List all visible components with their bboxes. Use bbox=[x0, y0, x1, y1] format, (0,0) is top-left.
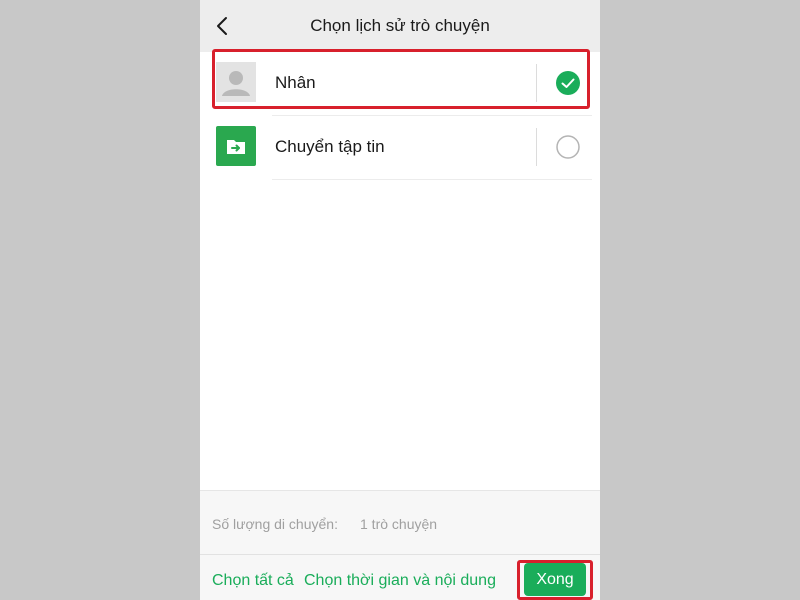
phone-screen: Chọn lịch sử trò chuyện Nhân Chuyển tập … bbox=[200, 0, 600, 600]
empty-circle-icon bbox=[556, 135, 580, 159]
checkbox-checked[interactable] bbox=[556, 71, 580, 95]
check-circle-icon bbox=[556, 71, 580, 95]
transfer-count-label: Số lượng di chuyển: bbox=[212, 516, 338, 532]
header-bar: Chọn lịch sử trò chuyện bbox=[200, 0, 600, 52]
bottom-action-bar: Chọn tất cả Chọn thời gian và nội dung X… bbox=[200, 554, 600, 600]
divider bbox=[536, 128, 537, 166]
transfer-count-bar: Số lượng di chuyển: 1 trò chuyện bbox=[200, 490, 600, 555]
chat-list: Nhân Chuyển tập tin bbox=[200, 52, 600, 180]
row-divider bbox=[272, 179, 592, 180]
chat-item-file-transfer[interactable]: Chuyển tập tin bbox=[200, 116, 600, 180]
done-button[interactable]: Xong bbox=[524, 563, 586, 596]
select-time-content-link[interactable]: Chọn thời gian và nội dung bbox=[304, 572, 496, 590]
chat-item-label: Chuyển tập tin bbox=[275, 137, 385, 156]
divider bbox=[536, 64, 537, 102]
chat-item-nhan[interactable]: Nhân bbox=[200, 52, 600, 116]
checkbox-unchecked[interactable] bbox=[556, 135, 580, 159]
transfer-count-value: 1 trò chuyện bbox=[360, 516, 438, 532]
page-title: Chọn lịch sử trò chuyện bbox=[310, 16, 490, 35]
select-all-link[interactable]: Chọn tất cả bbox=[212, 572, 294, 590]
file-transfer-icon bbox=[216, 126, 256, 166]
chat-item-label: Nhân bbox=[275, 73, 316, 92]
user-avatar-icon bbox=[216, 62, 256, 102]
